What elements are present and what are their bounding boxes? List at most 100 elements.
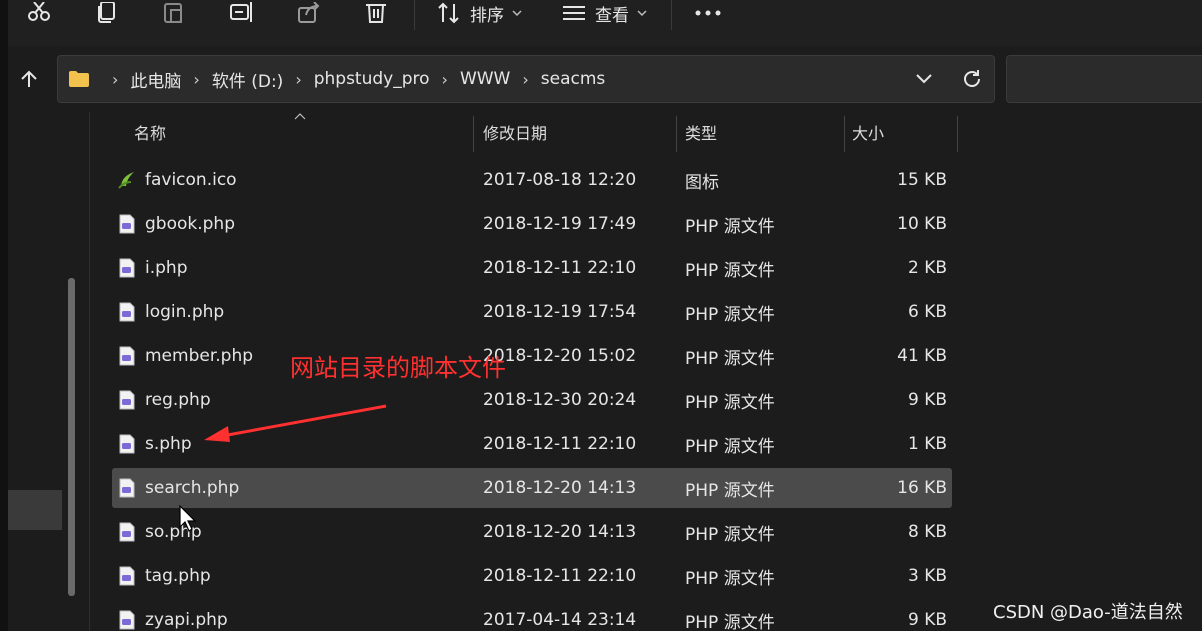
watermark: CSDN @Dao-道法自然: [993, 602, 1183, 623]
file-date: 2018-12-11 22:10: [483, 566, 637, 586]
file-date: 2018-12-11 22:10: [483, 258, 637, 278]
php-file-icon: [119, 478, 135, 498]
file-date: 2018-12-20 14:13: [483, 478, 637, 498]
file-type: PHP 源文件: [685, 480, 775, 501]
column-name[interactable]: 名称: [134, 112, 166, 152]
file-size: 3 KB: [907, 566, 947, 586]
file-row[interactable]: login.php 2018-12-19 17:54 PHP 源文件 6 KB: [112, 292, 952, 332]
mouse-cursor-icon: [179, 505, 196, 532]
scissors-icon: [28, 2, 50, 21]
file-date: 2018-12-19 17:49: [483, 214, 637, 234]
crumb-chevron-icon: ›: [441, 69, 448, 89]
paste-button[interactable]: [163, 0, 185, 26]
column-separator[interactable]: [957, 116, 958, 152]
file-row[interactable]: tag.php 2018-12-11 22:10 PHP 源文件 3 KB: [112, 556, 952, 596]
file-row[interactable]: i.php 2018-12-11 22:10 PHP 源文件 2 KB: [112, 248, 952, 288]
copy-button[interactable]: [96, 0, 118, 26]
php-file-icon: [119, 346, 135, 366]
chevron-down-icon: [512, 10, 522, 17]
search-input[interactable]: [1006, 55, 1202, 103]
copy-icon: [98, 2, 115, 23]
share-icon: [298, 2, 320, 23]
php-file-icon: [119, 390, 135, 410]
file-size: 6 KB: [907, 302, 947, 322]
file-date: 2017-08-18 12:20: [483, 170, 637, 190]
file-row[interactable]: favicon.ico 2017-08-18 12:20 图标 15 KB: [112, 160, 952, 200]
crumb-chevron-icon: ›: [522, 69, 529, 89]
address-bar[interactable]: › 此电脑 › 软件 (D:) › phpstudy_pro › WWW › s…: [57, 55, 995, 103]
breadcrumb-seacms[interactable]: seacms: [541, 69, 606, 89]
breadcrumb-phpstudy-pro[interactable]: phpstudy_pro: [314, 69, 430, 89]
file-type: PHP 源文件: [685, 392, 775, 413]
file-name: tag.php: [145, 566, 211, 586]
nav-pane-scrollbar[interactable]: [68, 278, 75, 596]
crumb-chevron-icon: ›: [112, 69, 119, 89]
annotation-text: 网站目录的脚本文件: [290, 354, 506, 382]
file-size: 8 KB: [907, 522, 947, 542]
arrow-up-icon: [21, 70, 37, 87]
php-file-icon: [119, 434, 135, 454]
breadcrumb-this-pc[interactable]: 此电脑: [130, 67, 181, 92]
address-history-button[interactable]: [913, 68, 935, 90]
column-separator[interactable]: [844, 116, 845, 152]
rename-icon: [230, 2, 252, 22]
chevron-down-icon: [637, 10, 647, 17]
up-button[interactable]: [14, 64, 44, 94]
window-edge: [0, 0, 8, 631]
file-row[interactable]: member.php 2018-12-20 15:02 PHP 源文件 41 KB: [112, 336, 952, 376]
column-date[interactable]: 修改日期: [483, 112, 547, 152]
command-bar: 排序 查看: [0, 0, 1202, 46]
file-row[interactable]: so.php 2018-12-20 14:13 PHP 源文件 8 KB: [112, 512, 952, 552]
file-name: member.php: [145, 346, 254, 366]
file-date: 2018-12-19 17:54: [483, 302, 637, 322]
column-size[interactable]: 大小: [852, 112, 884, 152]
php-file-icon: [119, 566, 135, 586]
rename-button[interactable]: [230, 0, 254, 26]
file-size: 15 KB: [897, 170, 947, 190]
file-date: 2018-12-30 20:24: [483, 390, 637, 410]
file-name: login.php: [145, 302, 225, 322]
column-separator[interactable]: [676, 116, 677, 152]
refresh-icon: [964, 70, 980, 87]
toolbar-separator: [671, 0, 672, 30]
delete-button[interactable]: [365, 0, 387, 26]
file-row[interactable]: gbook.php 2018-12-19 17:49 PHP 源文件 10 KB: [112, 204, 952, 244]
file-size: 9 KB: [907, 390, 947, 410]
sort-icon: [438, 2, 459, 24]
file-date: 2018-12-11 22:10: [483, 434, 637, 454]
php-file-icon: [119, 258, 135, 278]
file-type: PHP 源文件: [685, 436, 775, 457]
file-row[interactable]: search.php 2018-12-20 14:13 PHP 源文件 16 KB: [112, 468, 952, 508]
cut-button[interactable]: [26, 0, 52, 26]
file-size: 10 KB: [897, 214, 947, 234]
view-label: 查看: [595, 5, 629, 26]
php-file-icon: [119, 610, 135, 630]
pane-divider[interactable]: [89, 112, 90, 631]
file-date: 2017-04-14 23:14: [483, 610, 637, 630]
view-button[interactable]: 查看: [563, 0, 647, 26]
more-options-button[interactable]: [695, 0, 721, 26]
php-file-icon: [119, 522, 135, 542]
chevron-down-icon: [916, 74, 932, 84]
file-size: 41 KB: [897, 346, 947, 366]
breadcrumb-drive-d[interactable]: 软件 (D:): [212, 67, 284, 92]
file-date: 2018-12-20 14:13: [483, 522, 637, 542]
file-row[interactable]: zyapi.php 2017-04-14 23:14 PHP 源文件 9 KB: [112, 600, 952, 631]
ico-file-icon: [118, 172, 134, 189]
refresh-button[interactable]: [959, 66, 985, 92]
nav-pane-selected-item[interactable]: [8, 490, 62, 530]
breadcrumb-www[interactable]: WWW: [460, 69, 510, 89]
file-type: PHP 源文件: [685, 216, 775, 237]
file-name: favicon.ico: [145, 170, 237, 190]
file-name: s.php: [145, 434, 192, 454]
php-file-icon: [119, 214, 135, 234]
column-separator[interactable]: [473, 116, 474, 152]
file-type: 图标: [685, 172, 719, 193]
column-type[interactable]: 类型: [685, 112, 717, 152]
file-name: search.php: [145, 478, 240, 498]
file-size: 2 KB: [907, 258, 947, 278]
trash-icon: [366, 4, 386, 23]
sort-button[interactable]: 排序: [438, 0, 522, 26]
share-button[interactable]: [298, 0, 320, 26]
file-name: zyapi.php: [145, 610, 228, 630]
